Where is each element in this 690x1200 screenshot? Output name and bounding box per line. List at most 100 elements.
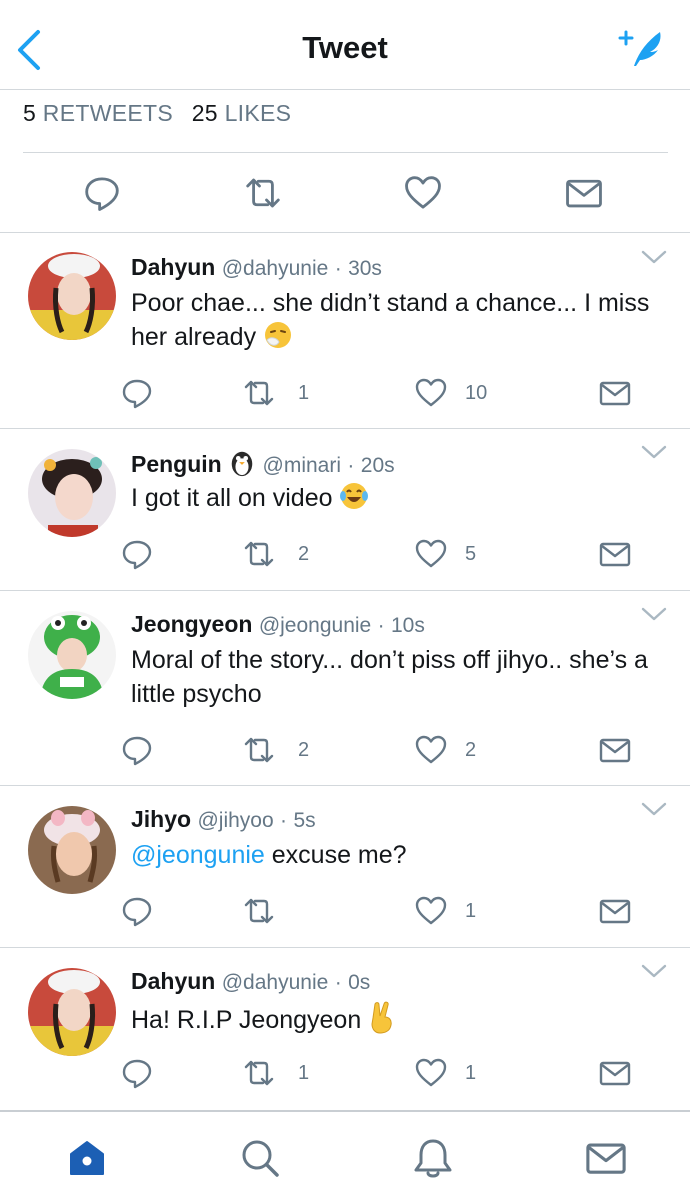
display-name[interactable]: Jihyo [131, 806, 191, 832]
envelope-icon [564, 173, 604, 213]
reply-header: Penguin @minari · 20s [131, 449, 395, 478]
direct-message-button[interactable] [598, 376, 632, 410]
reply-button[interactable] [120, 537, 154, 571]
like-button[interactable] [414, 733, 448, 767]
tweet-action-bar [0, 153, 690, 233]
mention-link[interactable]: @jeongunie [131, 841, 265, 869]
like-button[interactable] [403, 173, 443, 213]
username[interactable]: @jihyoo [197, 809, 273, 832]
like-button[interactable] [414, 537, 448, 571]
tweet-options-button[interactable] [640, 605, 668, 623]
tweet-options-button[interactable] [640, 443, 668, 461]
reply-text-container: Ha! R.I.P Jeongyeon [131, 1000, 661, 1037]
reply-header: Dahyun @dahyunie · 30s [131, 254, 382, 281]
heart-icon [414, 537, 448, 571]
tab-messages[interactable] [584, 1136, 628, 1180]
chevron-down-icon [640, 605, 668, 623]
reply-icon [120, 376, 154, 410]
page-title: Tweet [302, 30, 388, 65]
tweet-options-button[interactable] [640, 248, 668, 266]
direct-message-button[interactable] [598, 537, 632, 571]
reply-tweet[interactable]: Dahyun @dahyunie · 0s Ha! R.I.P Jeongyeo… [0, 948, 690, 1110]
display-name[interactable]: Penguin [131, 451, 222, 477]
likes-label: LIKES [224, 100, 292, 126]
bottom-tab-bar [0, 1110, 690, 1200]
reply-header: Dahyun @dahyunie · 0s [131, 968, 370, 995]
avatar[interactable] [28, 252, 116, 340]
like-count: 1 [465, 1062, 477, 1084]
tab-home[interactable] [65, 1136, 109, 1180]
like-button[interactable] [414, 1056, 448, 1090]
avatar[interactable] [28, 968, 116, 1056]
like-count: 1 [465, 900, 477, 922]
retweets-count: 5 [23, 100, 37, 126]
retweets-stat[interactable]: 5 RETWEETS [23, 100, 173, 126]
timestamp: 30s [348, 257, 382, 280]
like-button[interactable] [414, 894, 448, 928]
reply-text: excuse me? [264, 841, 407, 869]
likes-stat[interactable]: 25 LIKES [192, 100, 292, 126]
tab-notifications[interactable] [411, 1136, 455, 1180]
display-name[interactable]: Jeongyeon [131, 611, 252, 637]
chevron-down-icon [640, 248, 668, 266]
username[interactable]: @dahyunie [222, 971, 329, 994]
reply-button[interactable] [120, 733, 154, 767]
username[interactable]: @minari [263, 454, 342, 477]
envelope-icon [598, 1056, 632, 1090]
retweet-button[interactable] [243, 173, 283, 213]
like-count: 2 [465, 739, 477, 761]
compose-tweet-button[interactable] [614, 26, 668, 70]
reply-icon [120, 537, 154, 571]
reply-action-bar: 1 [0, 894, 690, 930]
reply-action-bar: 1 1 [0, 1056, 690, 1092]
reply-icon [120, 733, 154, 767]
heart-icon [403, 173, 443, 213]
retweet-button[interactable] [242, 376, 276, 410]
chevron-down-icon [640, 443, 668, 461]
heart-icon [414, 1056, 448, 1090]
username[interactable]: @dahyunie [222, 257, 329, 280]
reply-tweet[interactable]: Jeongyeon @jeongunie · 10s Moral of the … [0, 591, 690, 786]
direct-message-button[interactable] [564, 173, 604, 213]
retweet-button[interactable] [242, 733, 276, 767]
direct-message-button[interactable] [598, 733, 632, 767]
reply-button[interactable] [82, 173, 122, 213]
avatar[interactable] [28, 611, 116, 699]
reply-button[interactable] [120, 894, 154, 928]
retweet-button[interactable] [242, 894, 276, 928]
tweet-options-button[interactable] [640, 962, 668, 980]
retweet-button[interactable] [242, 1056, 276, 1090]
timestamp: 20s [360, 454, 395, 477]
bell-icon [414, 1139, 452, 1178]
avatar[interactable] [28, 449, 116, 537]
like-button[interactable] [414, 376, 448, 410]
reply-button[interactable] [120, 376, 154, 410]
like-count: 10 [465, 382, 488, 404]
direct-message-button[interactable] [598, 1056, 632, 1090]
reply-text-container: Moral of the story... don’t piss off jih… [131, 643, 661, 711]
reply-tweet[interactable]: Jihyo @jihyoo · 5s @jeongunie excuse me?… [0, 786, 690, 948]
reply-button[interactable] [120, 1056, 154, 1090]
reply-text: Moral of the story... don’t piss off jih… [131, 646, 648, 708]
reply-tweet[interactable]: Penguin @minari · 20s I got it all on vi… [0, 429, 690, 591]
retweet-count: 2 [298, 543, 310, 565]
direct-message-button[interactable] [598, 894, 632, 928]
avatar[interactable] [28, 806, 116, 894]
tweet-options-button[interactable] [640, 800, 668, 818]
reply-icon [82, 173, 122, 213]
reply-text-container: I got it all on video [131, 481, 661, 515]
retweet-count: 1 [298, 382, 310, 404]
display-name[interactable]: Dahyun [131, 968, 215, 994]
reply-text: Ha! R.I.P Jeongyeon [131, 1006, 362, 1034]
heart-icon [414, 733, 448, 767]
separator-dot: · [347, 454, 355, 477]
chevron-down-icon [640, 962, 668, 980]
penguin-emoji [231, 451, 253, 477]
retweet-button[interactable] [242, 537, 276, 571]
search-icon [242, 1140, 279, 1177]
username[interactable]: @jeongunie [259, 614, 371, 637]
reply-tweet[interactable]: Dahyun @dahyunie · 30s Poor chae... she … [0, 234, 690, 429]
tab-search[interactable] [238, 1136, 282, 1180]
display-name[interactable]: Dahyun [131, 254, 215, 280]
timestamp: 5s [293, 809, 316, 832]
